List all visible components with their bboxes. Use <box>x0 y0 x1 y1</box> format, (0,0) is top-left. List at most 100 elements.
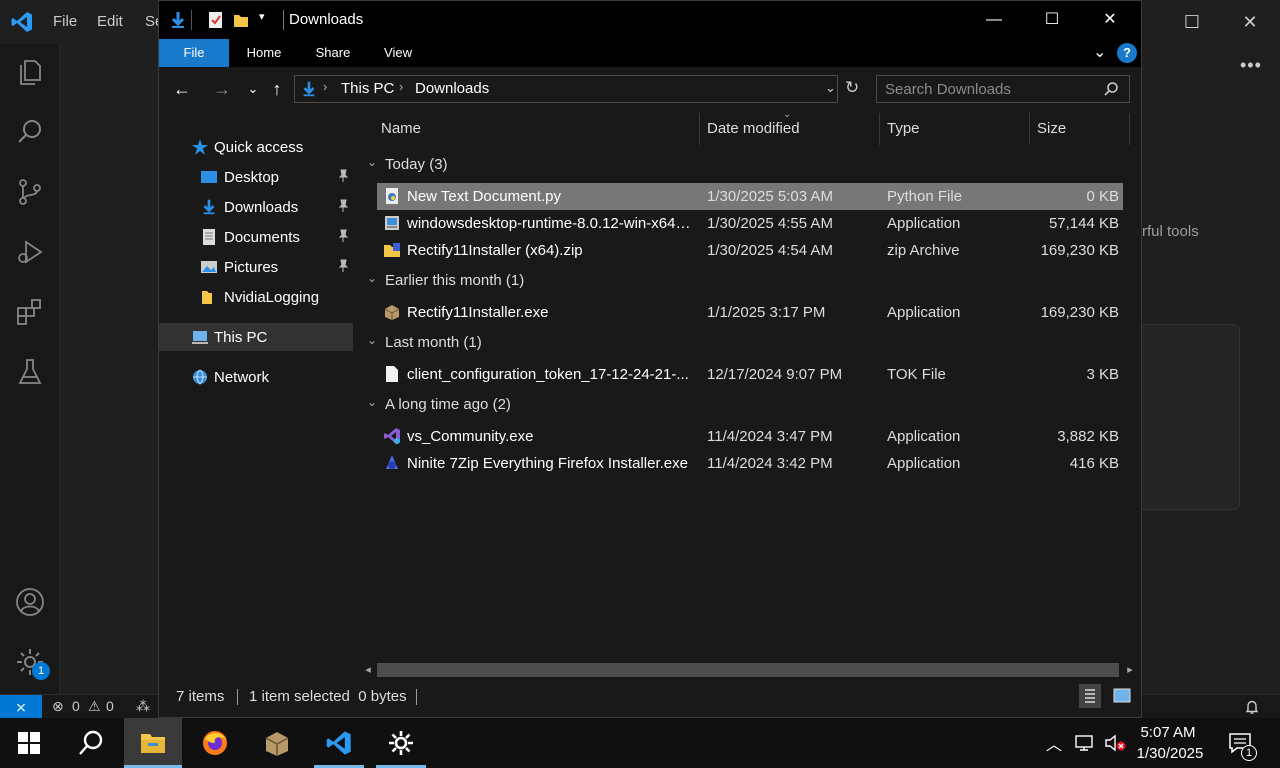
pin-icon[interactable] <box>336 229 350 243</box>
file-row[interactable]: Rectify11Installer.exe 1/1/2025 3:17 PM … <box>377 299 1123 326</box>
warning-icon[interactable]: ⚠ <box>88 698 101 715</box>
close-button[interactable]: ✕ <box>1081 1 1139 39</box>
more-actions-icon[interactable]: ••• <box>1240 55 1262 76</box>
tab-home[interactable]: Home <box>235 39 293 67</box>
nav-network[interactable]: Network <box>159 363 353 391</box>
maximize-button[interactable]: ☐ <box>1023 1 1081 39</box>
breadcrumb-chevron-icon[interactable]: › <box>323 79 327 94</box>
source-control-icon[interactable] <box>14 176 46 208</box>
taskbar-settings[interactable] <box>372 718 430 768</box>
up-arrow-icon[interactable]: ↑ <box>265 77 289 101</box>
notifications-bell-icon[interactable] <box>1244 699 1260 715</box>
breadcrumb-chevron-icon[interactable]: › <box>399 79 403 94</box>
file-name: client_configuration_token_17-12-24-21-.… <box>407 366 689 383</box>
nav-pictures[interactable]: Pictures <box>159 253 353 281</box>
file-type: Application <box>887 215 961 232</box>
taskbar-vscode[interactable] <box>310 718 368 768</box>
show-hidden-icons-chevron-icon[interactable]: ︿ <box>1046 731 1062 755</box>
tab-share[interactable]: Share <box>305 39 361 67</box>
nav-desktop[interactable]: Desktop <box>159 163 353 191</box>
search-icon[interactable] <box>1103 81 1119 97</box>
network-icon[interactable] <box>1074 734 1096 752</box>
help-icon[interactable]: ? <box>1117 43 1137 63</box>
taskbar-package-app[interactable] <box>248 718 306 768</box>
collapse-chevron-icon[interactable]: ⌄ <box>367 271 377 285</box>
file-row[interactable]: New Text Document.py 1/30/2025 5:03 AM P… <box>377 183 1123 210</box>
properties-checklist-icon[interactable] <box>206 10 226 30</box>
column-header-date-modified[interactable]: Date modified <box>699 111 879 147</box>
details-view-icon[interactable] <box>1079 684 1101 708</box>
new-folder-icon[interactable] <box>231 10 251 30</box>
search-button[interactable] <box>62 718 120 768</box>
refresh-icon[interactable]: ↻ <box>845 78 859 98</box>
vscode-menu-edit[interactable]: Edit <box>97 13 123 30</box>
customize-qa-chevron-icon[interactable]: ▾ <box>259 10 265 23</box>
minimize-button[interactable]: — <box>965 1 1023 39</box>
address-bar[interactable]: › This PC › Downloads ⌄ ↻ <box>294 75 859 103</box>
breadcrumb-downloads[interactable]: Downloads <box>415 80 489 97</box>
expand-ribbon-chevron-icon[interactable]: ⌄ <box>1093 42 1106 62</box>
clock-date[interactable]: 1/30/2025 <box>1134 745 1206 762</box>
file-row[interactable]: Ninite 7Zip Everything Firefox Installer… <box>377 450 1123 477</box>
clock-time[interactable]: 5:07 AM <box>1134 724 1202 741</box>
group-header-earlier-this-month[interactable]: ⌄ Earlier this month (1) <box>367 269 667 293</box>
group-header-today[interactable]: ⌄ Today (3) <box>367 153 667 177</box>
column-header-size[interactable]: Size <box>1029 111 1129 147</box>
address-history-chevron-icon[interactable]: ⌄ <box>825 80 836 96</box>
collapse-chevron-icon[interactable]: ⌄ <box>367 395 377 409</box>
forward-arrow-icon[interactable]: → <box>210 77 234 101</box>
column-divider[interactable] <box>1129 113 1130 145</box>
testing-flask-icon[interactable] <box>14 356 46 388</box>
pin-icon[interactable] <box>336 259 350 273</box>
large-icons-view-icon[interactable] <box>1111 684 1133 708</box>
file-row[interactable]: client_configuration_token_17-12-24-21-.… <box>377 361 1123 388</box>
vscode-menu-file[interactable]: File <box>53 13 77 30</box>
recent-locations-chevron-icon[interactable]: ⌄ <box>241 77 265 101</box>
vscode-maximize-button[interactable]: ☐ <box>1172 8 1212 36</box>
download-arrow-icon <box>171 12 185 28</box>
pin-icon[interactable] <box>336 199 350 213</box>
file-size: 169,230 KB <box>1040 304 1119 321</box>
search-icon[interactable] <box>14 116 46 148</box>
search-input[interactable] <box>885 79 1095 99</box>
back-arrow-icon[interactable]: ← <box>170 77 194 101</box>
group-header-last-month[interactable]: ⌄ Last month (1) <box>367 331 667 355</box>
horizontal-scrollbar[interactable]: ◂ ▸ <box>357 661 1141 679</box>
scroll-left-icon[interactable]: ◂ <box>359 661 377 679</box>
scroll-right-icon[interactable]: ▸ <box>1121 661 1139 679</box>
tab-view[interactable]: View <box>373 39 423 67</box>
error-icon[interactable]: ⊗ <box>52 698 64 715</box>
column-header-type[interactable]: Type <box>879 111 1029 147</box>
file-row[interactable]: vs_Community.exe 11/4/2024 3:47 PM Appli… <box>377 423 1123 450</box>
search-box[interactable] <box>876 75 1130 103</box>
collapse-chevron-icon[interactable]: ⌄ <box>367 155 377 169</box>
warning-count[interactable]: 0 <box>106 698 114 714</box>
error-count[interactable]: 0 <box>72 698 80 714</box>
volume-muted-icon[interactable] <box>1104 734 1128 752</box>
vscode-close-button[interactable]: ✕ <box>1230 8 1270 36</box>
collapse-chevron-icon[interactable]: ⌄ <box>367 333 377 347</box>
pin-icon[interactable] <box>336 169 350 183</box>
group-header-long-time-ago[interactable]: ⌄ A long time ago (2) <box>367 393 667 417</box>
extensions-icon[interactable] <box>14 296 46 328</box>
nav-nvidialogging[interactable]: NvidiaLogging <box>159 283 353 311</box>
column-header-name[interactable]: Name <box>373 111 699 147</box>
nav-downloads[interactable]: Downloads <box>159 193 353 221</box>
start-button[interactable] <box>0 718 58 768</box>
tab-file[interactable]: File <box>159 39 229 67</box>
nav-this-pc[interactable]: This PC <box>159 323 353 351</box>
nav-quick-access[interactable]: Quick access <box>159 133 353 161</box>
file-row[interactable]: Rectify11Installer (x64).zip 1/30/2025 4… <box>377 237 1123 264</box>
breadcrumb-this-pc[interactable]: This PC <box>341 80 394 97</box>
scrollbar-thumb[interactable] <box>377 663 1119 677</box>
explorer-files-icon[interactable] <box>14 56 46 88</box>
file-row[interactable]: windowsdesktop-runtime-8.0.12-win-x64.ex… <box>377 210 1123 237</box>
remote-indicator-icon[interactable]: ⨯ <box>0 695 42 719</box>
taskbar-firefox[interactable] <box>186 718 244 768</box>
file-name: windowsdesktop-runtime-8.0.12-win-x64.ex… <box>407 215 693 232</box>
nav-documents[interactable]: Documents <box>159 223 353 251</box>
broadcast-icon[interactable]: ⁂ <box>136 698 150 715</box>
taskbar-file-explorer[interactable] <box>124 718 182 768</box>
accounts-icon[interactable] <box>14 586 46 618</box>
run-debug-icon[interactable] <box>14 236 46 268</box>
